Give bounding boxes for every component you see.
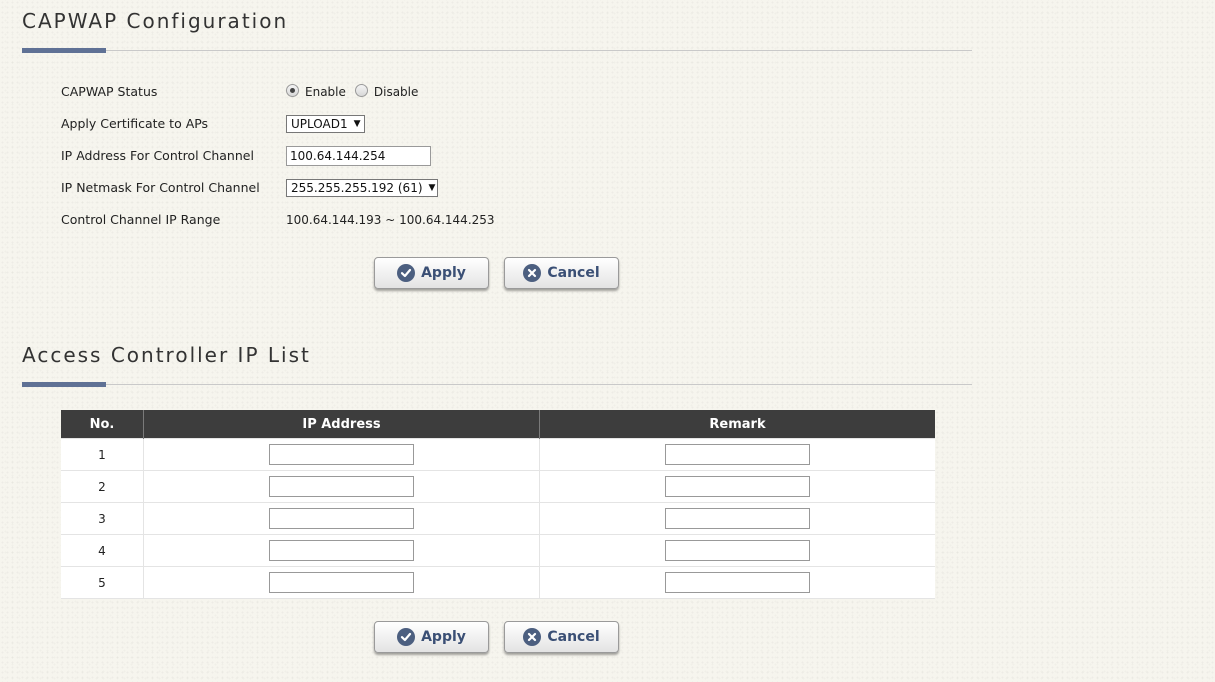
certificate-row: Apply Certificate to APs UPLOAD1 ▼ [61,112,761,136]
capwap-cancel-button[interactable]: Cancel [504,257,619,289]
ip-address-cell [143,470,540,503]
remark-cell [539,566,935,599]
remark-cell [539,470,935,503]
ip-address-cell [143,566,540,599]
capwap-status-options: Enable Disable [286,80,427,104]
ip-address-cell [143,438,540,471]
remark-input[interactable] [665,572,810,593]
capwap-cancel-label: Cancel [547,265,600,281]
x-circle-icon [523,264,542,282]
ip-address-input[interactable] [269,540,414,561]
ip-range-label: Control Channel IP Range [61,212,221,227]
ac-ip-table: No. IP Address Remark 1 2 3 4 5 [61,410,935,599]
capwap-apply-label: Apply [421,265,466,281]
certificate-value: UPLOAD1 ▼ [286,112,365,136]
column-header-ip-address: IP Address [143,410,540,439]
ac-list-cancel-button[interactable]: Cancel [504,621,619,653]
certificate-label: Apply Certificate to APs [61,116,209,131]
capwap-enable-radio[interactable] [286,83,299,97]
table-header-row: No. IP Address Remark [61,410,935,439]
remark-input[interactable] [665,476,810,497]
ip-address-input[interactable] [269,572,414,593]
ip-address-row: IP Address For Control Channel [61,144,761,168]
capwap-status-label: CAPWAP Status [61,84,158,99]
row-number: 3 [61,502,144,535]
row-number: 5 [61,566,144,599]
check-circle-icon [397,264,416,282]
table-row: 3 [61,502,935,535]
ac-list-apply-button[interactable]: Apply [374,621,489,653]
netmask-select-value: 255.255.255.192 (61) [291,181,423,195]
remark-input[interactable] [665,508,810,529]
certificate-select[interactable]: UPLOAD1 ▼ [286,115,365,133]
check-circle-icon [397,628,416,646]
ip-address-input[interactable] [269,508,414,529]
row-number: 2 [61,470,144,503]
netmask-value: 255.255.255.192 (61) ▼ [286,176,438,200]
ip-address-label: IP Address For Control Channel [61,148,254,163]
chevron-down-icon: ▼ [428,183,436,193]
capwap-enable-label[interactable]: Enable [305,85,346,99]
remark-cell [539,534,935,567]
ip-address-input[interactable] [286,146,431,166]
netmask-label: IP Netmask For Control Channel [61,180,260,195]
netmask-row: IP Netmask For Control Channel 255.255.2… [61,176,761,200]
remark-input[interactable] [665,540,810,561]
remark-cell [539,438,935,471]
remark-input[interactable] [665,444,810,465]
chevron-down-icon: ▼ [353,119,361,129]
ac-list-apply-label: Apply [421,629,466,645]
netmask-select[interactable]: 255.255.255.192 (61) ▼ [286,179,438,197]
row-number: 1 [61,438,144,471]
ac-list-cancel-label: Cancel [547,629,600,645]
capwap-section-divider [22,48,972,54]
remark-cell [539,502,935,535]
column-header-remark: Remark [539,410,935,439]
x-circle-icon [523,628,542,646]
ip-address-cell [143,534,540,567]
ip-range-value: 100.64.144.193 ~ 100.64.144.253 [286,213,495,227]
ip-range-value-wrap: 100.64.144.193 ~ 100.64.144.253 [286,208,495,232]
ip-address-value [286,144,431,168]
ac-list-section-divider [22,382,972,388]
table-row: 1 [61,438,935,471]
ip-address-input[interactable] [269,444,414,465]
capwap-disable-radio[interactable] [354,83,368,97]
capwap-status-row: CAPWAP Status Enable Disable [61,80,761,104]
certificate-select-value: UPLOAD1 [291,117,348,131]
table-row: 5 [61,566,935,599]
column-header-no: No. [61,410,144,439]
table-row: 4 [61,534,935,567]
table-row: 2 [61,470,935,503]
capwap-disable-label[interactable]: Disable [374,85,419,99]
ip-address-cell [143,502,540,535]
capwap-section-title: CAPWAP Configuration [22,9,289,33]
row-number: 4 [61,534,144,567]
ac-list-section-title: Access Controller IP List [22,343,311,367]
ip-address-input[interactable] [269,476,414,497]
ip-range-row: Control Channel IP Range 100.64.144.193 … [61,208,761,232]
capwap-apply-button[interactable]: Apply [374,257,489,289]
